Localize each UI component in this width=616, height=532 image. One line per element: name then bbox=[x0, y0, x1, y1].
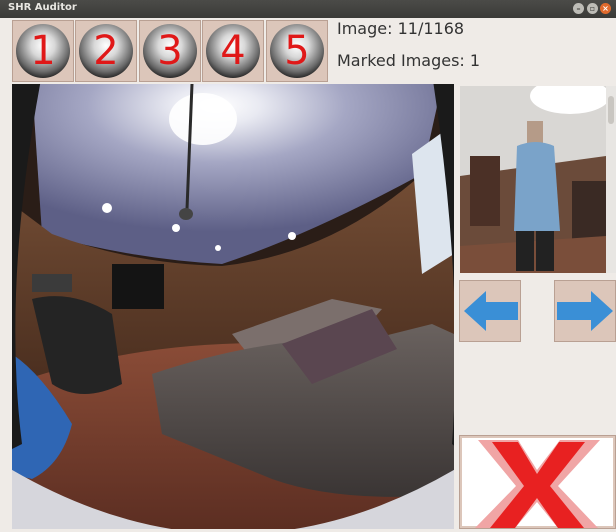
close-icon: × bbox=[602, 4, 609, 13]
main-image bbox=[12, 84, 454, 529]
red-x-icon bbox=[462, 438, 613, 528]
minimize-icon: – bbox=[576, 4, 581, 13]
thumbnail-scene bbox=[460, 86, 606, 273]
thumbnail-panel bbox=[460, 86, 616, 273]
next-button[interactable] bbox=[554, 280, 616, 342]
rating-button-5[interactable]: 5 bbox=[266, 20, 328, 82]
thumbnail-image[interactable] bbox=[460, 86, 606, 273]
rating-button-2[interactable]: 2 bbox=[75, 20, 137, 82]
title-bar: SHR Auditor – ▫ × bbox=[0, 0, 616, 18]
maximize-icon: ▫ bbox=[589, 4, 596, 13]
scrollbar-thumb[interactable] bbox=[608, 96, 614, 124]
rating-label: 5 bbox=[284, 28, 310, 74]
rating-label: 3 bbox=[157, 28, 183, 74]
app-window: SHR Auditor – ▫ × 1 2 3 4 5 Image: 11/11… bbox=[0, 0, 616, 529]
previous-button[interactable] bbox=[459, 280, 521, 342]
rating-label: 2 bbox=[93, 28, 119, 74]
rating-button-1[interactable]: 1 bbox=[12, 20, 74, 82]
rating-label: 4 bbox=[220, 28, 246, 74]
maximize-button[interactable]: ▫ bbox=[587, 3, 598, 14]
rating-button-4[interactable]: 4 bbox=[202, 20, 264, 82]
thumbnail-scrollbar[interactable] bbox=[606, 86, 616, 273]
right-arrow-icon bbox=[557, 291, 613, 331]
rating-label: 1 bbox=[30, 28, 56, 74]
marked-images-count: Marked Images: 1 bbox=[337, 51, 481, 70]
rating-button-3[interactable]: 3 bbox=[139, 20, 201, 82]
close-button[interactable]: × bbox=[600, 3, 611, 14]
minimize-button[interactable]: – bbox=[573, 3, 584, 14]
reject-button[interactable] bbox=[459, 435, 616, 529]
main-image-scene bbox=[12, 84, 454, 529]
image-counter: Image: 11/1168 bbox=[337, 19, 465, 38]
left-arrow-icon bbox=[464, 291, 518, 331]
rating-button-row: 1 2 3 4 5 bbox=[12, 20, 328, 82]
window-title: SHR Auditor bbox=[8, 2, 77, 13]
